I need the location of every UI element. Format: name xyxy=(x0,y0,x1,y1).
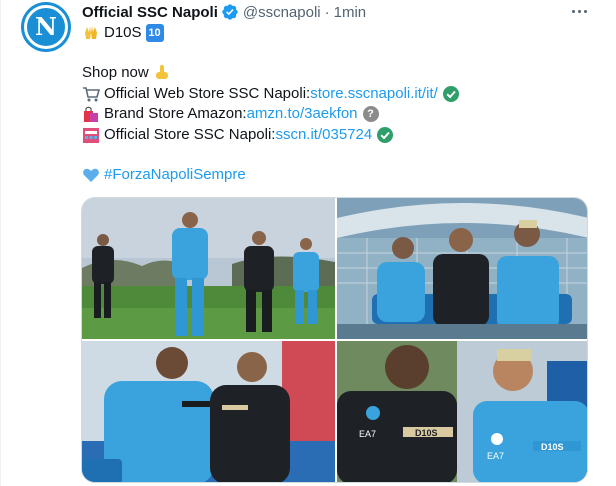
more-options-icon[interactable] xyxy=(567,0,591,22)
media-grid: EA7 D10S EA7 D10S xyxy=(81,197,588,483)
store-label-official: Official Store SSC Napoli: xyxy=(104,126,276,143)
store-line-web: Official Web Store SSC Napoli: store.ssc… xyxy=(82,84,459,104)
avatar[interactable]: N xyxy=(21,2,71,52)
store-label-web: Official Web Store SSC Napoli: xyxy=(104,85,311,102)
tweet-header: Official SSC Napoli @sscnapoli · 1min xyxy=(82,2,366,22)
raising-hands-icon xyxy=(82,24,100,42)
photo-two-players-dugout[interactable] xyxy=(82,341,335,482)
store-label-amazon: Brand Store Amazon: xyxy=(104,105,247,122)
shop-now-text: Shop now xyxy=(82,64,149,81)
tweet-time[interactable]: 1min xyxy=(334,4,367,21)
d10s-print-right: D10S xyxy=(541,442,564,452)
ea7-print-left: EA7 xyxy=(359,429,376,439)
keycap-ten-icon: 10 xyxy=(145,24,164,42)
tweet[interactable]: N Official SSC Napoli @sscnapoli · 1min … xyxy=(0,0,616,486)
store-link-web[interactable]: store.sscnapoli.it/it/ xyxy=(310,84,438,104)
store-link-amazon[interactable]: amzn.to/3aekfon xyxy=(247,104,358,124)
verified-badge-icon xyxy=(221,3,239,21)
pointing-down-icon xyxy=(153,64,171,82)
club-logo-icon: N xyxy=(24,5,68,49)
tweet-line-d10s: D10S 10 xyxy=(82,23,164,43)
tweet-line-hashtag: #ForzaNapoliSempre xyxy=(82,165,246,185)
check-icon xyxy=(377,127,394,143)
tweet-text-d10s: D10S xyxy=(104,24,142,41)
store-line-amazon: Brand Store Amazon: amzn.to/3aekfon ? xyxy=(82,104,379,124)
d10s-print-left: D10S xyxy=(415,428,438,438)
photo-players-on-pitch[interactable] xyxy=(82,198,335,339)
separator-dot: · xyxy=(324,3,330,21)
avatar-letter: N xyxy=(35,12,57,41)
shopping-bags-icon xyxy=(82,105,100,123)
shopping-cart-icon xyxy=(82,85,100,103)
photo-players-on-bench[interactable] xyxy=(337,198,587,339)
blue-heart-icon xyxy=(82,166,100,184)
photo-two-players-closeup[interactable]: EA7 D10S EA7 D10S xyxy=(337,341,587,482)
account-handle[interactable]: @sscnapoli xyxy=(243,4,321,21)
account-name[interactable]: Official SSC Napoli xyxy=(82,4,218,21)
store-line-official: Official Store SSC Napoli: sscn.it/03572… xyxy=(82,125,394,145)
ea7-print-right: EA7 xyxy=(487,451,504,461)
question-icon: ? xyxy=(362,106,379,122)
store-link-official[interactable]: sscn.it/035724 xyxy=(275,125,372,145)
check-icon xyxy=(442,86,459,102)
tweet-line-shop: Shop now xyxy=(82,63,171,83)
hashtag-link[interactable]: #ForzaNapoliSempre xyxy=(104,165,246,185)
department-store-icon xyxy=(82,126,100,144)
